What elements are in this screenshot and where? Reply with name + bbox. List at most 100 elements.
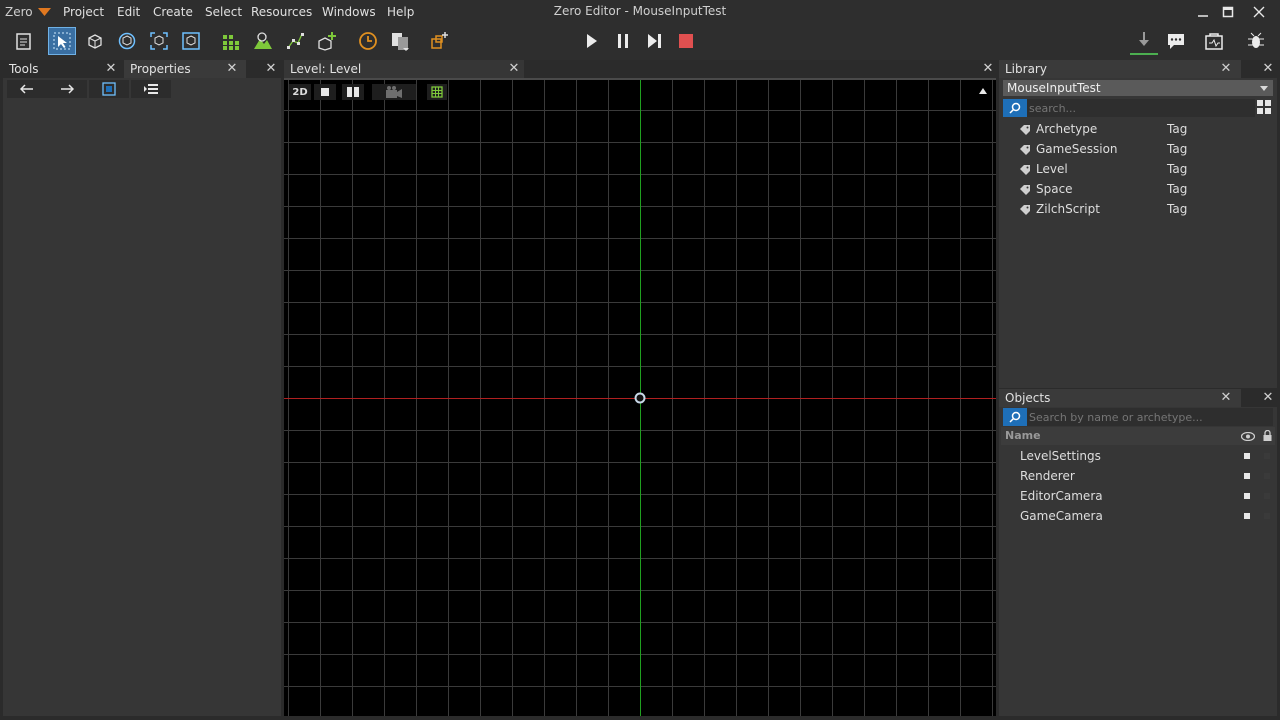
object-row[interactable]: GameCamera	[1001, 506, 1275, 526]
split-view-button[interactable]	[342, 84, 364, 100]
export-button[interactable]	[1200, 27, 1228, 55]
add-resource-button[interactable]	[425, 27, 453, 55]
select-target-button[interactable]	[89, 80, 129, 98]
step-button[interactable]	[640, 27, 668, 55]
download-button[interactable]	[1130, 27, 1158, 55]
visibility-toggle[interactable]	[1244, 473, 1250, 479]
library-item[interactable]: Archetype Tag	[1001, 119, 1275, 139]
library-item-type: Tag	[1167, 162, 1188, 176]
resource-button[interactable]	[386, 27, 414, 55]
library-item[interactable]: ZilchScript Tag	[1001, 199, 1275, 219]
menu-create[interactable]: Create	[153, 5, 193, 19]
close-icon[interactable]: ✕	[225, 60, 239, 78]
close-panel-icon[interactable]: ✕	[1261, 60, 1275, 78]
close-window-icon[interactable]	[1246, 2, 1272, 22]
translate-tool-button[interactable]	[81, 27, 109, 55]
tab-level[interactable]: Level: Level	[284, 60, 524, 78]
lock-toggle[interactable]	[1264, 513, 1270, 519]
select-tool-button[interactable]	[48, 27, 76, 55]
close-icon[interactable]: ✕	[1219, 389, 1233, 407]
minimize-icon[interactable]	[1190, 2, 1216, 22]
time-button[interactable]	[354, 27, 382, 55]
library-item[interactable]: GameSession Tag	[1001, 139, 1275, 159]
back-button[interactable]	[7, 80, 47, 98]
bug-report-button[interactable]	[1242, 27, 1270, 55]
close-panel-icon[interactable]: ✕	[264, 60, 278, 78]
frame-icon	[102, 82, 116, 96]
collapse-arrow-icon[interactable]	[979, 88, 987, 94]
tab-library-label: Library	[1005, 62, 1047, 76]
stop-button[interactable]	[672, 27, 700, 55]
visibility-toggle[interactable]	[1244, 493, 1250, 499]
menu-project[interactable]: Project	[63, 5, 104, 19]
objects-search-input[interactable]	[1029, 408, 1271, 426]
library-search	[1003, 99, 1255, 117]
object-name: Renderer	[1020, 469, 1075, 483]
add-component-button[interactable]	[131, 80, 171, 98]
close-icon[interactable]: ✕	[1219, 60, 1233, 78]
tiles-icon	[223, 35, 239, 50]
object-tool-button[interactable]	[177, 27, 205, 55]
object-row[interactable]: EditorCamera	[1001, 486, 1275, 506]
column-name-header[interactable]: Name	[1005, 429, 1041, 442]
step-forward-icon	[648, 34, 661, 48]
visibility-toggle[interactable]	[1244, 453, 1250, 459]
forward-button[interactable]	[47, 80, 87, 98]
rotate-tool-button[interactable]	[113, 27, 141, 55]
visibility-toggle[interactable]	[1244, 513, 1250, 519]
documents-icon	[392, 33, 409, 51]
close-panel-icon[interactable]: ✕	[1261, 389, 1275, 407]
tilemap-tool-button[interactable]	[217, 27, 245, 55]
single-view-button[interactable]	[314, 84, 336, 100]
object-row[interactable]: LevelSettings	[1001, 446, 1275, 466]
height-map-tool-button[interactable]	[249, 27, 277, 55]
pause-button[interactable]	[609, 27, 637, 55]
grid-toggle-button[interactable]	[427, 84, 447, 100]
square-icon	[321, 88, 329, 96]
chat-icon	[1168, 34, 1184, 49]
close-panel-icon[interactable]: ✕	[981, 60, 995, 78]
tab-objects[interactable]: Objects	[999, 389, 1241, 407]
object-name: EditorCamera	[1020, 489, 1103, 503]
2d-mode-label: 2D	[292, 86, 308, 98]
lock-toggle[interactable]	[1264, 473, 1270, 479]
dropdown-arrow-icon[interactable]	[38, 8, 51, 16]
menu-windows[interactable]: Windows	[322, 5, 376, 19]
lock-toggle[interactable]	[1264, 453, 1270, 459]
close-icon[interactable]: ✕	[104, 60, 118, 78]
maximize-icon[interactable]	[1215, 2, 1241, 22]
camera-origin-icon[interactable]	[634, 392, 646, 404]
object-name: GameCamera	[1020, 509, 1103, 523]
library-search-input[interactable]	[1029, 99, 1253, 117]
create-object-button[interactable]	[313, 27, 341, 55]
close-icon[interactable]: ✕	[507, 60, 521, 78]
level-viewport[interactable]: 2D	[284, 80, 996, 716]
library-item[interactable]: Level Tag	[1001, 159, 1275, 179]
library-item-name: ZilchScript	[1036, 202, 1100, 216]
menu-select[interactable]: Select	[205, 5, 242, 19]
2d-mode-button[interactable]: 2D	[289, 84, 311, 100]
library-item[interactable]: Space Tag	[1001, 179, 1275, 199]
menu-edit[interactable]: Edit	[117, 5, 140, 19]
object-row[interactable]: Renderer	[1001, 466, 1275, 486]
scale-tool-button[interactable]	[145, 27, 173, 55]
main-toolbar	[0, 24, 1280, 60]
lock-icon[interactable]	[1263, 430, 1272, 441]
app-menu[interactable]: Zero	[5, 5, 33, 19]
library-project-select[interactable]: MouseInputTest	[1003, 80, 1273, 96]
lock-toggle[interactable]	[1264, 493, 1270, 499]
command-list-button[interactable]	[10, 27, 38, 55]
tab-level-label: Level: Level	[290, 62, 362, 76]
menu-help[interactable]: Help	[387, 5, 414, 19]
tab-library[interactable]: Library	[999, 60, 1241, 78]
grid-view-icon[interactable]	[1257, 100, 1271, 114]
eye-icon[interactable]	[1241, 432, 1255, 441]
chat-button[interactable]	[1162, 27, 1190, 55]
library-item-name: Space	[1036, 182, 1073, 196]
play-button[interactable]	[577, 27, 605, 55]
cursor-icon	[53, 32, 71, 50]
library-tabs: Library ✕ ✕	[999, 60, 1277, 78]
spline-tool-button[interactable]	[281, 27, 309, 55]
menu-resources[interactable]: Resources	[251, 5, 312, 19]
camera-menu-button[interactable]	[372, 84, 416, 100]
